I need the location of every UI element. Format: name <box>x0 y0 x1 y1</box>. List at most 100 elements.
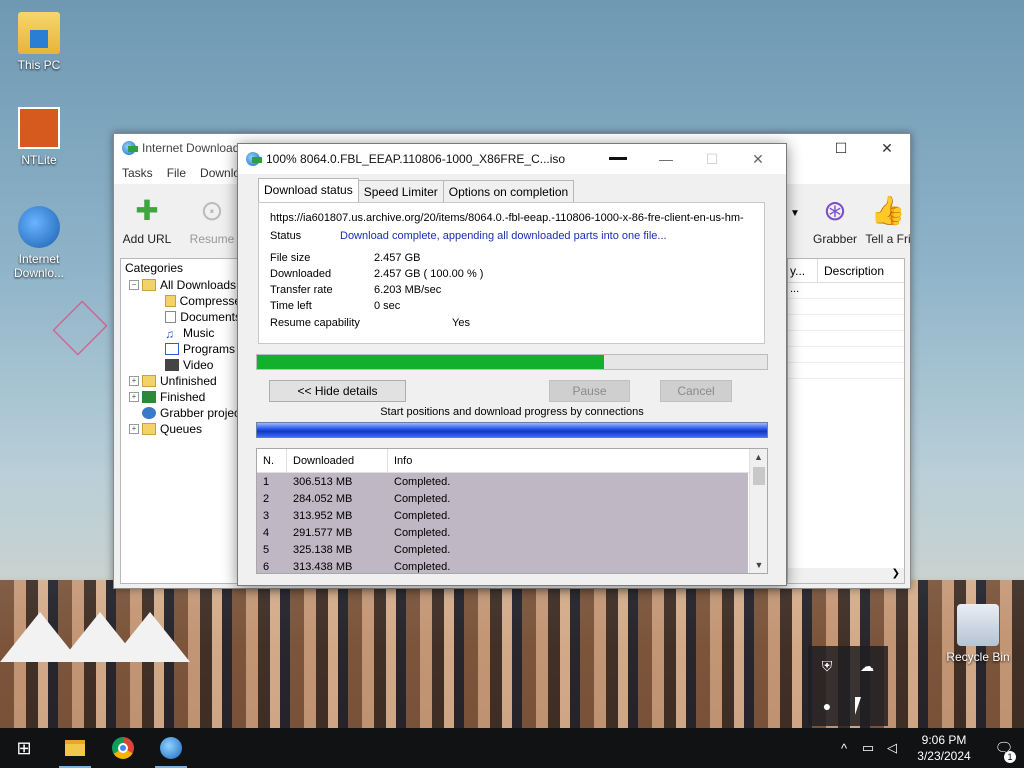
expand-icon[interactable]: + <box>129 392 139 402</box>
resume-button[interactable]: ⊙ Resume <box>181 192 243 247</box>
document-icon <box>165 311 177 323</box>
taskbar-chrome[interactable] <box>99 728 147 768</box>
dialog-tabs: Download status Speed Limiter Options on… <box>258 178 575 202</box>
collapse-icon[interactable]: − <box>129 280 139 290</box>
action-center-button[interactable]: 🗨 1 <box>984 739 1024 763</box>
scroll-right-icon[interactable]: ❯ <box>892 568 900 579</box>
folder-icon <box>142 375 156 387</box>
grabber-button[interactable]: ⊛ Grabber <box>804 192 866 247</box>
tree-item-label: Queues <box>160 422 203 436</box>
table-vertical-scrollbar[interactable]: ▲ ▼ <box>749 449 767 573</box>
list-row <box>788 315 904 331</box>
file-explorer-icon <box>65 740 85 756</box>
tab-speed-limiter[interactable]: Speed Limiter <box>357 180 444 202</box>
arrow-icon <box>609 157 627 160</box>
expand-icon[interactable]: + <box>129 376 139 386</box>
table-row[interactable]: 5 325.138 MB Completed. <box>257 541 748 558</box>
horizontal-scrollbar[interactable]: ❯ <box>788 568 904 583</box>
pause-button[interactable]: Pause <box>549 380 630 402</box>
close-button[interactable]: ✕ <box>864 134 910 162</box>
film-icon <box>165 359 179 371</box>
maximize-button[interactable]: ☐ <box>689 144 735 174</box>
transfer-rate-value: 6.203 MB/sec <box>374 284 442 296</box>
system-tray: ^ ▭ ◁ 9:06 PM 3/23/2024 🗨 1 <box>832 728 1024 768</box>
minimize-button[interactable]: — <box>643 144 689 174</box>
tree-item-programs[interactable]: Programs <box>125 341 241 357</box>
desktop-icon-recycle-bin[interactable]: Recycle Bin <box>938 604 1018 664</box>
table-row[interactable]: 4 291.577 MB Completed. <box>257 524 748 541</box>
plus-icon: ✚ <box>135 194 159 226</box>
tell-friend-button[interactable]: 👍 Tell a Fri <box>864 192 912 247</box>
menu-tasks[interactable]: Tasks <box>122 166 153 180</box>
toolbar-dropdown-arrow-icon[interactable]: ▼ <box>790 208 800 219</box>
table-row[interactable]: 1 306.513 MB Completed. <box>257 473 748 490</box>
tree-item-all-downloads[interactable]: − All Downloads <box>125 277 241 293</box>
list-row <box>788 347 904 363</box>
list-row <box>788 331 904 347</box>
row-number: 4 <box>263 526 270 539</box>
network-icon[interactable]: ▭ <box>856 740 880 756</box>
list-row[interactable]: ... <box>788 283 904 299</box>
security-shield-icon[interactable]: ⛨ <box>818 658 836 676</box>
table-row[interactable]: 2 284.052 MB Completed. <box>257 490 748 507</box>
column-header-downloaded[interactable]: Downloaded <box>287 449 388 472</box>
tab-options-on-completion[interactable]: Options on completion <box>442 180 575 202</box>
column-header-info[interactable]: Info <box>388 449 748 472</box>
scrollbar-thumb[interactable] <box>753 467 765 485</box>
progress-fill <box>257 355 604 369</box>
table-row[interactable]: 6 313.438 MB Completed. <box>257 558 748 573</box>
download-progress-dialog: 100% 8064.0.FBL_EEAP.110806-1000_X86FRE_… <box>237 143 787 586</box>
tree-item-label: Compresse <box>179 294 241 308</box>
close-button[interactable]: ✕ <box>735 144 781 174</box>
folder-icon <box>142 423 156 435</box>
desktop-icon-label: Recycle Bin <box>946 650 1010 664</box>
scroll-up-icon[interactable]: ▲ <box>750 449 767 465</box>
grabber-globe-icon <box>142 407 156 419</box>
download-url: https://ia601807.us.archive.org/20/items… <box>270 212 744 224</box>
tree-item-grabber-projects[interactable]: Grabber projec <box>125 405 241 421</box>
desktop-icon-idm[interactable]: Internet Downlo... <box>3 206 75 280</box>
column-header-description[interactable]: Description <box>818 264 884 278</box>
column-header-n[interactable]: N. <box>257 449 287 472</box>
downloads-list-header: y... Description <box>788 259 904 283</box>
hide-details-button[interactable]: << Hide details <box>269 380 406 402</box>
column-header-partial[interactable]: y... <box>788 259 818 282</box>
tree-item-finished[interactable]: + Finished <box>125 389 241 405</box>
taskbar-file-explorer[interactable] <box>51 728 99 768</box>
downloaded-value: 2.457 GB ( 100.00 % ) <box>374 268 484 280</box>
mouse-cursor-icon <box>855 697 861 715</box>
maximize-button[interactable]: ☐ <box>818 134 864 162</box>
cancel-button[interactable]: Cancel <box>660 380 732 402</box>
dialog-title: 100% 8064.0.FBL_EEAP.110806-1000_X86FRE_… <box>266 152 566 166</box>
tree-item-music[interactable]: ♫ Music <box>125 325 241 341</box>
clock-time: 9:06 PM <box>921 733 967 747</box>
onedrive-cloud-icon[interactable]: ☁ <box>858 658 876 676</box>
row-downloaded: 291.577 MB <box>293 526 353 539</box>
tree-item-label: All Downloads <box>160 278 237 292</box>
tab-download-status[interactable]: Download status <box>258 178 359 202</box>
tell-friend-label: Tell a Fri <box>865 232 911 246</box>
zune-logo-icon <box>52 300 108 356</box>
add-url-button[interactable]: ✚ Add URL <box>116 192 178 247</box>
volume-icon[interactable]: ◁ <box>880 740 904 756</box>
expand-icon[interactable]: + <box>129 424 139 434</box>
tree-item-queues[interactable]: + Queues <box>125 421 241 437</box>
menu-file[interactable]: File <box>167 166 186 180</box>
desktop-icon-this-pc[interactable]: This PC <box>3 12 75 72</box>
tree-item-video[interactable]: Video <box>125 357 241 373</box>
idm-tray-icon[interactable]: ● <box>818 698 836 716</box>
tree-item-unfinished[interactable]: + Unfinished <box>125 373 241 389</box>
table-row[interactable]: 3 313.952 MB Completed. <box>257 507 748 524</box>
tree-item-compressed[interactable]: Compresse <box>125 293 241 309</box>
show-hidden-icons-chevron-icon[interactable]: ^ <box>832 741 856 756</box>
clock[interactable]: 9:06 PM 3/23/2024 <box>904 732 984 764</box>
resume-capability-label: Resume capability <box>270 317 360 329</box>
desktop-icon-ntlite[interactable]: NTLite <box>3 107 75 167</box>
checkmark-folder-icon <box>142 391 156 403</box>
scroll-down-icon[interactable]: ▼ <box>750 557 767 573</box>
taskbar-idm[interactable] <box>147 728 195 768</box>
start-button[interactable]: ⊞ <box>0 728 48 768</box>
row-info: Completed. <box>394 526 451 539</box>
tree-item-documents[interactable]: Documents <box>125 309 241 325</box>
row-downloaded: 325.138 MB <box>293 543 353 556</box>
